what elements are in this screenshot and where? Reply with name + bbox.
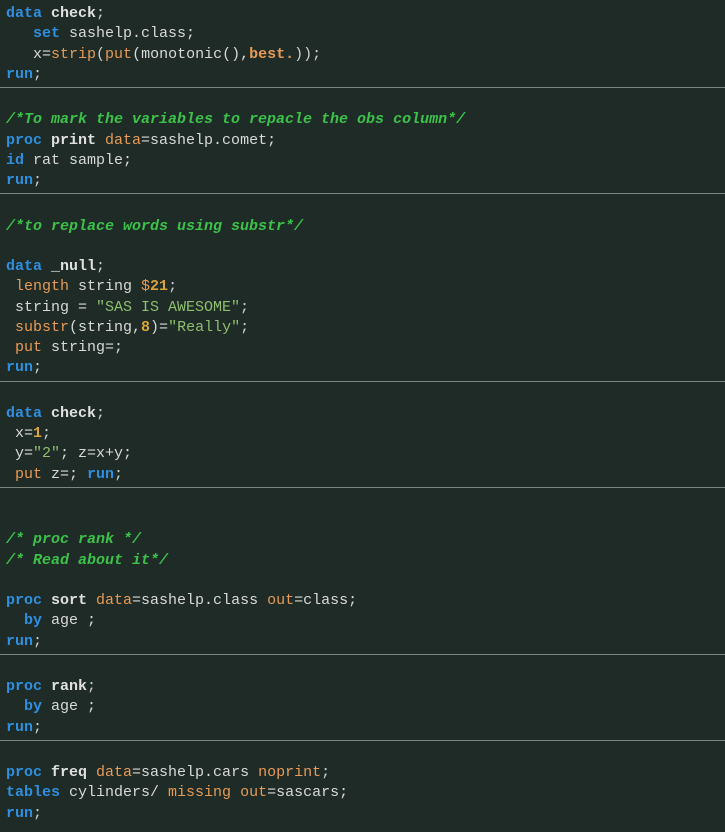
code-line: run; bbox=[0, 632, 725, 652]
code-line: put z=; run; bbox=[0, 465, 725, 485]
code-line: by age ; bbox=[0, 611, 725, 631]
option-data: data bbox=[87, 592, 132, 609]
string-literal: "2" bbox=[33, 445, 60, 462]
semicolon: ; bbox=[96, 5, 105, 22]
keyword-data: data bbox=[6, 405, 42, 422]
proc-name: rank bbox=[42, 678, 87, 695]
code-line: string = "SAS IS AWESOME"; bbox=[0, 298, 725, 318]
comment: /* Read about it*/ bbox=[6, 552, 168, 569]
keyword-id: id bbox=[6, 152, 24, 169]
keyword-by: by bbox=[6, 698, 42, 715]
blank-line bbox=[0, 384, 725, 404]
keyword-data: data bbox=[6, 5, 42, 22]
comment-line: /* Read about it*/ bbox=[0, 551, 725, 571]
format-best: best. bbox=[249, 46, 294, 63]
comment: /*to replace words using substr*/ bbox=[6, 218, 303, 235]
keyword-data: data bbox=[6, 258, 42, 275]
option-data: data bbox=[96, 132, 141, 149]
blank-line bbox=[0, 510, 725, 530]
number: 8 bbox=[141, 319, 150, 336]
option-data: data bbox=[87, 764, 132, 781]
comment-line: /*to replace words using substr*/ bbox=[0, 217, 725, 237]
code-line: by age ; bbox=[0, 697, 725, 717]
keyword-run: run bbox=[6, 359, 33, 376]
function-substr: substr bbox=[6, 319, 69, 336]
dataset-name: check bbox=[42, 5, 96, 22]
string-literal: "SAS IS AWESOME" bbox=[96, 299, 240, 316]
code-line: substr(string,8)="Really"; bbox=[0, 318, 725, 338]
code-line: data _null; bbox=[0, 257, 725, 277]
code-line: set sashelp.class; bbox=[0, 24, 725, 44]
keyword-run: run bbox=[6, 805, 33, 822]
keyword-proc: proc bbox=[6, 592, 42, 609]
option-out: out bbox=[267, 592, 294, 609]
keyword-run: run bbox=[6, 633, 33, 650]
divider bbox=[0, 654, 725, 655]
dataset-name: check bbox=[42, 405, 96, 422]
keyword-set: set bbox=[6, 25, 60, 42]
keyword-by: by bbox=[6, 612, 42, 629]
proc-name: freq bbox=[42, 764, 87, 781]
code-line: run; bbox=[0, 718, 725, 738]
blank-line bbox=[0, 237, 725, 257]
comment-line: /* proc rank */ bbox=[0, 530, 725, 550]
keyword-length: length bbox=[6, 278, 69, 295]
code-line: x=1; bbox=[0, 424, 725, 444]
number: 1 bbox=[33, 425, 42, 442]
code-line: run; bbox=[0, 65, 725, 85]
code-editor: data check; set sashelp.class; x=strip(p… bbox=[0, 0, 725, 832]
dataset-name: _null bbox=[42, 258, 96, 275]
proc-name: sort bbox=[42, 592, 87, 609]
identifier: sashelp.class; bbox=[60, 25, 195, 42]
keyword-run: run bbox=[6, 66, 33, 83]
number: 21 bbox=[150, 278, 168, 295]
keyword-proc: proc bbox=[6, 678, 42, 695]
code-line: length string $21; bbox=[0, 277, 725, 297]
comment: /* proc rank */ bbox=[6, 531, 141, 548]
blank-line bbox=[0, 571, 725, 591]
divider bbox=[0, 381, 725, 382]
string-literal: "Really" bbox=[168, 319, 240, 336]
keyword-put: put bbox=[6, 339, 42, 356]
code-line: proc print data=sashelp.comet; bbox=[0, 131, 725, 151]
keyword-put: put bbox=[6, 466, 42, 483]
option-missing: missing bbox=[168, 784, 231, 801]
divider bbox=[0, 193, 725, 194]
keyword-proc: proc bbox=[6, 764, 42, 781]
code-line: tables cylinders/ missing out=sascars; bbox=[0, 783, 725, 803]
keyword-run: run bbox=[6, 172, 33, 189]
option-out: out bbox=[240, 784, 267, 801]
function-strip: strip bbox=[51, 46, 96, 63]
code-line: id rat sample; bbox=[0, 151, 725, 171]
code-line: put string=; bbox=[0, 338, 725, 358]
code-line: data check; bbox=[0, 4, 725, 24]
code-line: y="2"; z=x+y; bbox=[0, 444, 725, 464]
divider bbox=[0, 487, 725, 488]
keyword-run: run bbox=[6, 719, 33, 736]
proc-name: print bbox=[42, 132, 96, 149]
keyword-run: run bbox=[87, 466, 114, 483]
code-line: proc freq data=sashelp.cars noprint; bbox=[0, 763, 725, 783]
blank-line bbox=[0, 90, 725, 110]
comment: /*To mark the variables to repacle the o… bbox=[6, 111, 465, 128]
code-line: run; bbox=[0, 358, 725, 378]
code-line: x=strip(put(monotonic(),best.)); bbox=[0, 45, 725, 65]
function-put: put bbox=[105, 46, 132, 63]
identifier: x= bbox=[6, 46, 51, 63]
code-line: run; bbox=[0, 171, 725, 191]
divider bbox=[0, 87, 725, 88]
keyword-tables: tables bbox=[6, 784, 60, 801]
blank-line bbox=[0, 743, 725, 763]
blank-line bbox=[0, 490, 725, 510]
blank-line bbox=[0, 196, 725, 216]
keyword-proc: proc bbox=[6, 132, 42, 149]
blank-line bbox=[0, 657, 725, 677]
divider bbox=[0, 740, 725, 741]
comment-line: /*To mark the variables to repacle the o… bbox=[0, 110, 725, 130]
code-line: proc rank; bbox=[0, 677, 725, 697]
option-noprint: noprint bbox=[258, 764, 321, 781]
code-line: proc sort data=sashelp.class out=class; bbox=[0, 591, 725, 611]
code-line: run; bbox=[0, 804, 725, 824]
code-line: data check; bbox=[0, 404, 725, 424]
